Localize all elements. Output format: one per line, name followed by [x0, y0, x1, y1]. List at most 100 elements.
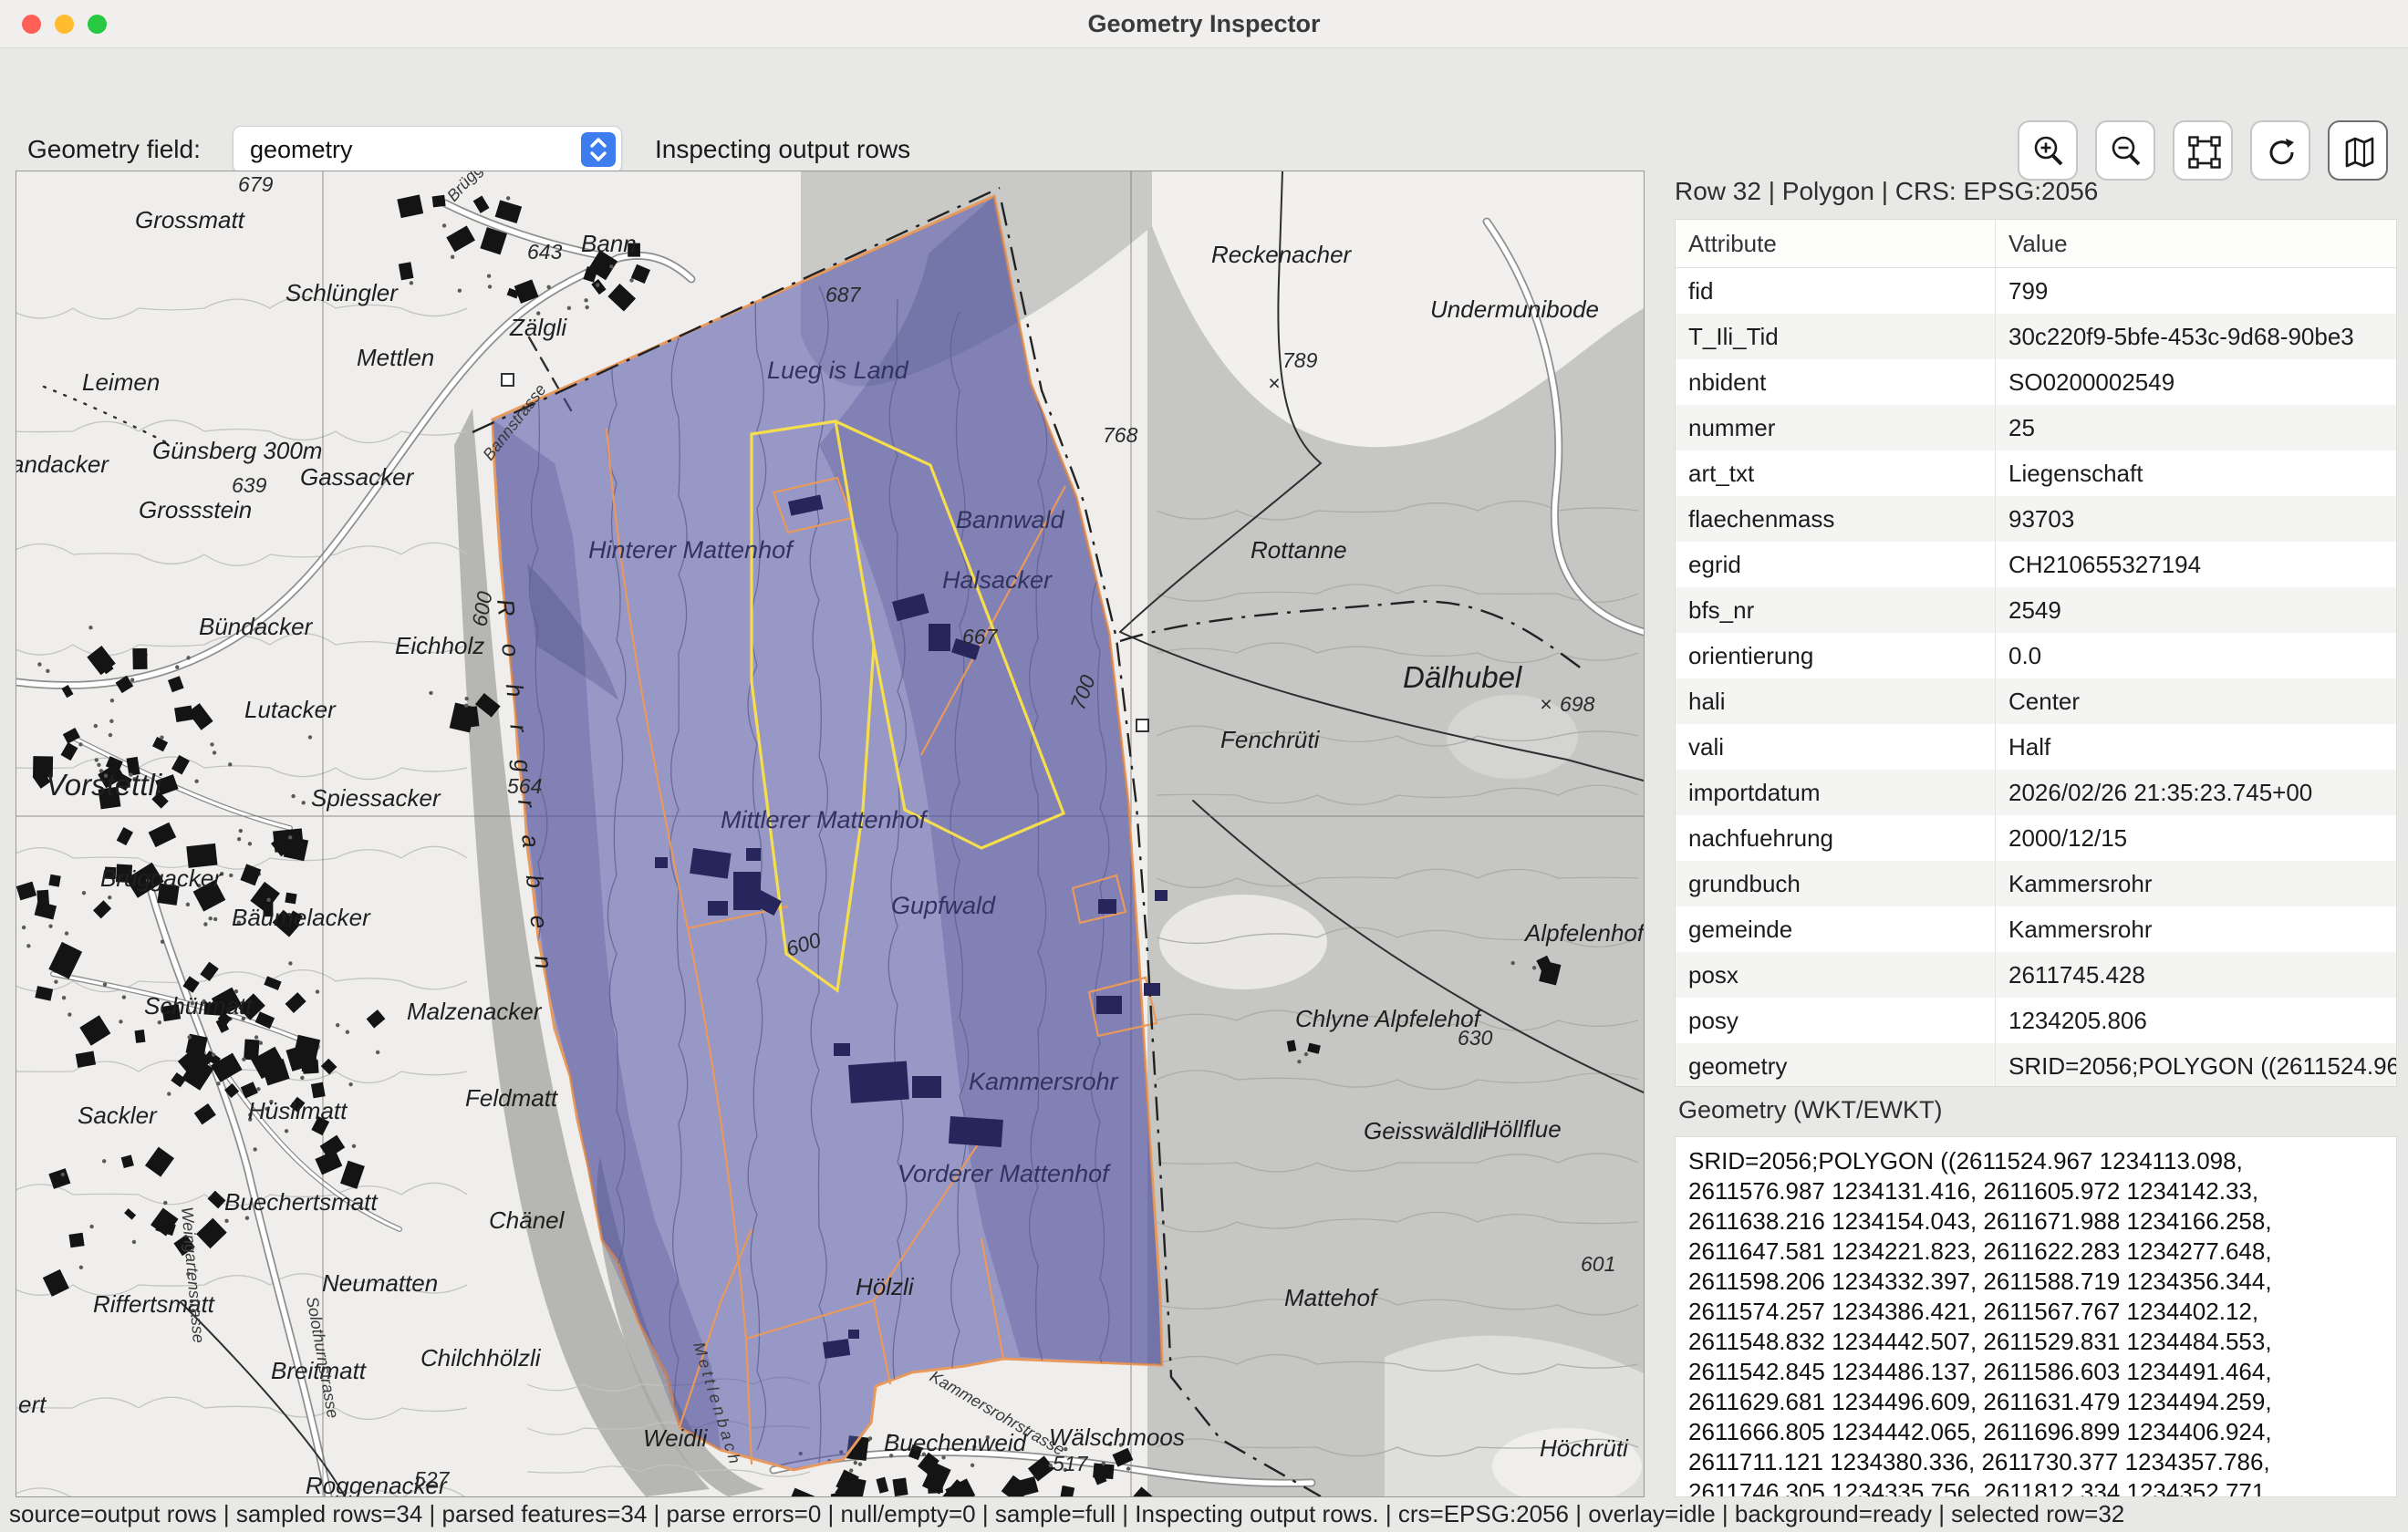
map-label: Malzenacker: [407, 998, 543, 1025]
map-label: Brüggacker: [100, 864, 223, 892]
attr-name: nbident: [1676, 359, 1995, 405]
attr-row-art_txt[interactable]: art_txtLiegenschaft: [1676, 450, 2396, 496]
attr-value: 2000/12/15: [1995, 815, 2396, 861]
map-label: Undermunibode: [1430, 295, 1599, 323]
map-label: Günsberg 300m: [152, 437, 322, 464]
attr-name: posy: [1676, 998, 1995, 1043]
map-label: Höllflue: [1482, 1115, 1562, 1143]
status-bar: source=output rows | sampled rows=34 | p…: [0, 1496, 2408, 1532]
map-label: Feldmatt: [465, 1084, 559, 1112]
map-label: 630: [1458, 1026, 1493, 1050]
map-label: ert: [18, 1391, 47, 1418]
map-label: 768: [1103, 423, 1138, 447]
attr-row-fid[interactable]: fid799: [1676, 268, 2396, 314]
attr-row-flaechenmass[interactable]: flaechenmass93703: [1676, 496, 2396, 542]
map-label: Vorstettli: [46, 768, 163, 802]
attr-row-egrid[interactable]: egridCH210655327194: [1676, 542, 2396, 587]
map-label: 687: [825, 283, 862, 306]
refresh-button[interactable]: [2250, 120, 2310, 181]
map-label: Buechertsmatt: [224, 1188, 379, 1216]
attr-row-orientierung[interactable]: orientierung0.0: [1676, 633, 2396, 678]
attr-name: fid: [1676, 268, 1995, 314]
zoom-out-button[interactable]: [2095, 120, 2155, 181]
map-icon: [2341, 134, 2378, 171]
attr-value: Half: [1995, 724, 2396, 770]
attr-row-nbident[interactable]: nbidentSO0200002549: [1676, 359, 2396, 405]
attr-value: Liegenschaft: [1995, 450, 2396, 496]
attribute-table[interactable]: Attribute Value fid799T_Ili_Tid30c220f9-…: [1675, 219, 2397, 1087]
attr-value: 0.0: [1995, 633, 2396, 678]
map-label: Hinterer Mattenhof: [588, 536, 794, 564]
map-label: Gassacker: [300, 463, 415, 491]
basemap-toggle-button[interactable]: [2328, 120, 2388, 181]
attr-row-T_Ili_Tid[interactable]: T_Ili_Tid30c220f9-5bfe-453c-9d68-90be3: [1676, 314, 2396, 359]
dropdown-stepper-icon[interactable]: [581, 132, 616, 167]
attr-value: Kammersrohr: [1995, 861, 2396, 906]
attr-name: flaechenmass: [1676, 496, 1995, 542]
map-label: Geisswäldli: [1364, 1117, 1485, 1144]
map-label: Gupfwald: [891, 892, 996, 919]
map-label: Hölzli: [856, 1273, 915, 1300]
attr-row-grundbuch[interactable]: grundbuchKammersrohr: [1676, 861, 2396, 906]
map-label: Neumatten: [322, 1269, 438, 1297]
map-label: Buechenweid: [884, 1429, 1028, 1456]
wkt-text[interactable]: SRID=2056;POLYGON ((2611524.967 1234113.…: [1675, 1136, 2397, 1497]
map-label: Schürmatt: [144, 992, 254, 1020]
map-label: Bannwald: [956, 506, 1065, 533]
map-label: 601: [1581, 1252, 1615, 1276]
map-label: Bündacker: [199, 613, 314, 640]
map-label: Zälgli: [509, 314, 567, 341]
attr-name: bfs_nr: [1676, 587, 1995, 633]
map-label: Lutacker: [244, 696, 337, 723]
map-label: Chänel: [489, 1206, 566, 1234]
wkt-section-label: Geometry (WKT/EWKT): [1678, 1096, 1943, 1124]
attr-row-nummer[interactable]: nummer25: [1676, 405, 2396, 450]
zoom-extent-button[interactable]: [2173, 120, 2233, 181]
map-label: Schlüngler: [285, 279, 399, 306]
map-label: 643: [527, 240, 563, 264]
map-label: 789: [1282, 348, 1318, 372]
attr-row-hali[interactable]: haliCenter: [1676, 678, 2396, 724]
attr-value: SRID=2056;POLYGON ((2611524.96: [1995, 1043, 2396, 1087]
map-label: 679: [238, 172, 274, 196]
attr-value: 25: [1995, 405, 2396, 450]
zoom-in-button[interactable]: [2018, 120, 2078, 181]
attr-row-posx[interactable]: posx2611745.428: [1676, 952, 2396, 998]
refresh-icon: [2264, 134, 2300, 171]
map-svg[interactable]: Grossmatt679Bann643SchlünglerMettlenZälg…: [16, 171, 1644, 1496]
attr-name: nachfuehrung: [1676, 815, 1995, 861]
attr-row-nachfuehrung[interactable]: nachfuehrung2000/12/15: [1676, 815, 2396, 861]
attr-row-gemeinde[interactable]: gemeindeKammersrohr: [1676, 906, 2396, 952]
geometry-field-value: geometry: [250, 127, 353, 172]
map-canvas[interactable]: Grossmatt679Bann643SchlünglerMettlenZälg…: [16, 171, 1644, 1496]
map-label: Spiessacker: [311, 784, 441, 812]
attr-row-importdatum[interactable]: importdatum2026/02/26 21:35:23.745+00: [1676, 770, 2396, 815]
map-label: Rottanne: [1251, 536, 1347, 564]
map-label: Mattehof: [1284, 1284, 1379, 1311]
map-label: Fenchrüti: [1220, 726, 1321, 753]
attr-row-posy[interactable]: posy1234205.806: [1676, 998, 2396, 1043]
attr-name: vali: [1676, 724, 1995, 770]
map-label: Grossstein: [139, 496, 252, 523]
map-label: Lueg is Land: [767, 357, 909, 384]
attr-name: posx: [1676, 952, 1995, 998]
attr-name: art_txt: [1676, 450, 1995, 496]
value-column-header: Value: [1995, 220, 2396, 267]
map-label: Reckenacher: [1211, 241, 1353, 268]
geometry-field-select[interactable]: geometry: [233, 126, 622, 173]
attr-value: 93703: [1995, 496, 2396, 542]
map-label: 527: [414, 1467, 451, 1491]
attr-row-bfs_nr[interactable]: bfs_nr2549: [1676, 587, 2396, 633]
map-label: Bäumelacker: [232, 904, 371, 931]
map-label: Chlyne Alpfelehof: [1295, 1005, 1483, 1032]
map-label: Sackler: [78, 1102, 158, 1129]
attr-value: 1234205.806: [1995, 998, 2396, 1043]
map-label: Eichholz: [395, 632, 484, 659]
map-label: 698: [1560, 692, 1595, 716]
map-label: Dälhubel: [1403, 660, 1523, 694]
map-label: ×: [1268, 371, 1280, 395]
attr-value: 2549: [1995, 587, 2396, 633]
attr-row-vali[interactable]: valiHalf: [1676, 724, 2396, 770]
attr-row-geometry[interactable]: geometrySRID=2056;POLYGON ((2611524.96: [1676, 1043, 2396, 1087]
attr-value: 30c220f9-5bfe-453c-9d68-90be3: [1995, 314, 2396, 359]
